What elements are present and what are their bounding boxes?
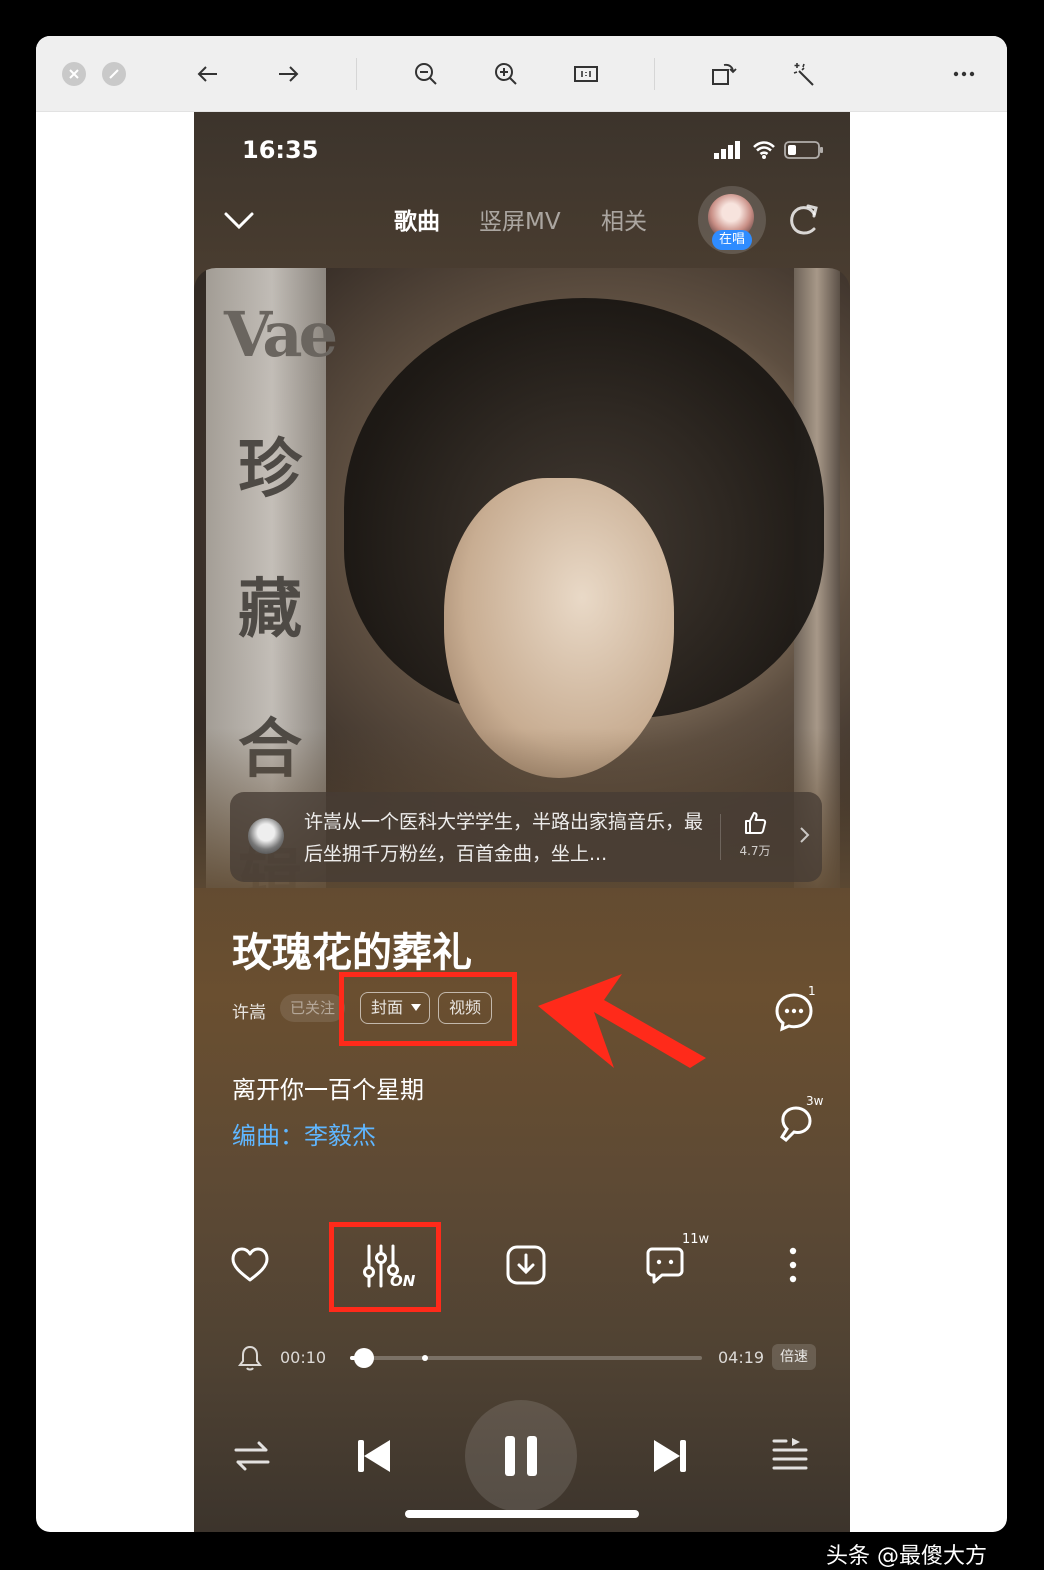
featured-comment-card[interactable]: 许嵩从一个医科大学学生，半路出家搞音乐，最后坐拥千万粉丝，百首金曲，坐上... … xyxy=(230,792,822,882)
progress-slider[interactable] xyxy=(350,1348,702,1368)
image-viewer-window: 16:35 歌曲 竖屏MV 相关 在唱 Vae 珍 藏 许嵩从一个医科大学学生，… xyxy=(36,36,1007,1532)
tag-badge: 3w xyxy=(806,1094,824,1108)
cover-vae-logo: Vae xyxy=(224,298,338,371)
top-nav: 歌曲 竖屏MV 相关 在唱 xyxy=(194,186,850,254)
magic-wand-icon[interactable] xyxy=(784,54,824,94)
comment-avatar xyxy=(248,818,284,854)
tab-vertical-mv[interactable]: 竖屏MV xyxy=(479,202,561,236)
progress-thumb[interactable] xyxy=(354,1348,374,1368)
cover-char: 珍 xyxy=(238,433,302,507)
progress-row: 00:10 04:19 倍速 xyxy=(194,1338,850,1378)
follow-status[interactable]: 已关注 xyxy=(280,994,346,1022)
tab-song[interactable]: 歌曲 xyxy=(394,202,440,236)
total-time: 04:19 xyxy=(718,1348,765,1367)
battery-icon xyxy=(784,141,823,159)
home-indicator xyxy=(405,1510,639,1518)
toolbar-divider xyxy=(356,58,357,90)
comment-icon[interactable] xyxy=(642,1242,688,1288)
refresh-icon[interactable] xyxy=(786,202,822,238)
repeat-mode-icon[interactable] xyxy=(232,1436,272,1476)
zoom-out-icon[interactable] xyxy=(406,54,446,94)
chat-badge: 1 xyxy=(808,984,816,998)
tab-related[interactable]: 相关 xyxy=(601,202,647,236)
zoom-in-icon[interactable] xyxy=(486,54,526,94)
pause-button[interactable] xyxy=(465,1400,577,1512)
artist-name[interactable]: 许嵩 xyxy=(232,998,266,1023)
back-arrow-icon[interactable] xyxy=(188,54,228,94)
heart-icon[interactable] xyxy=(227,1242,273,1288)
comment-divider xyxy=(720,814,721,860)
bell-icon[interactable] xyxy=(238,1344,262,1372)
singing-badge: 在唱 xyxy=(712,230,752,250)
current-time: 00:10 xyxy=(280,1348,327,1367)
more-icon[interactable] xyxy=(944,54,984,94)
thumb-up-icon xyxy=(745,812,767,834)
phone-screenshot: 16:35 歌曲 竖屏MV 相关 在唱 Vae 珍 藏 许嵩从一个医科大学学生，… xyxy=(194,112,850,1532)
playback-controls xyxy=(194,1400,850,1512)
playlist-icon[interactable] xyxy=(770,1434,810,1474)
buffer-marker xyxy=(422,1355,428,1361)
red-arrow-annotation xyxy=(538,974,706,1068)
singing-avatar[interactable]: 在唱 xyxy=(698,186,766,254)
more-vertical-icon[interactable] xyxy=(770,1242,816,1288)
close-icon[interactable] xyxy=(62,62,86,86)
arranger-line: 编曲：李毅杰 xyxy=(232,1122,376,1150)
toolbar-divider xyxy=(654,58,655,90)
pause-icon xyxy=(505,1436,537,1476)
comment-like[interactable]: 4.7万 xyxy=(730,810,780,859)
wifi-icon xyxy=(753,141,775,159)
cover-char: 藏 xyxy=(238,573,302,647)
like-count: 4.7万 xyxy=(739,844,771,858)
rotate-icon[interactable] xyxy=(704,54,744,94)
minimize-icon[interactable] xyxy=(102,62,126,86)
signal-icon xyxy=(714,141,740,159)
chevron-right-icon[interactable] xyxy=(798,822,812,848)
status-time: 16:35 xyxy=(242,136,319,164)
next-track-icon[interactable] xyxy=(648,1434,692,1478)
speed-button[interactable]: 倍速 xyxy=(772,1344,816,1370)
previous-track-icon[interactable] xyxy=(352,1434,396,1478)
comment-text: 许嵩从一个医科大学学生，半路出家搞音乐，最后坐拥千万粉丝，百首金曲，坐上... xyxy=(304,811,704,865)
tag-icon[interactable] xyxy=(772,1102,816,1146)
comment-count-badge: 11w xyxy=(682,1232,710,1247)
actual-size-icon[interactable] xyxy=(566,54,606,94)
song-title: 玫瑰花的葬礼 xyxy=(232,930,472,976)
forward-arrow-icon[interactable] xyxy=(268,54,308,94)
viewer-toolbar xyxy=(36,36,1007,112)
status-icons xyxy=(714,140,824,160)
download-icon[interactable] xyxy=(503,1242,549,1288)
lyric-line: 离开你一百个星期 xyxy=(232,1076,424,1104)
highlight-box xyxy=(339,972,517,1046)
collapse-chevron-down-icon[interactable] xyxy=(222,206,256,234)
highlight-box xyxy=(329,1222,441,1312)
watermark: 头条 @最傻大方 xyxy=(826,1544,987,1569)
